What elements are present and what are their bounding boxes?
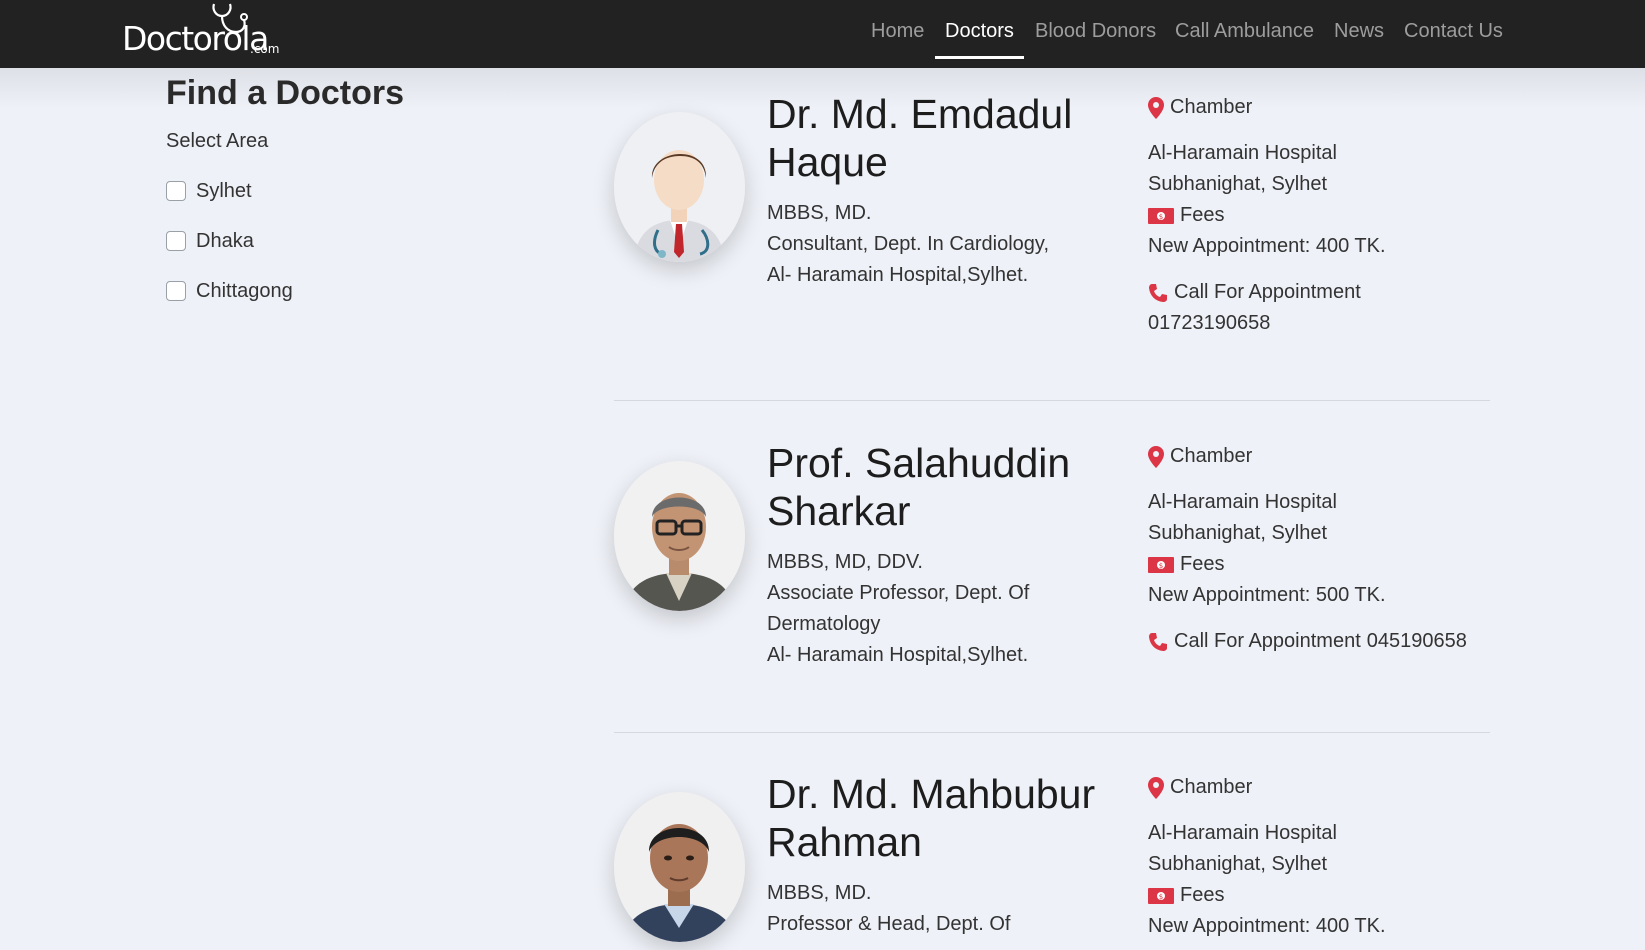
doctor-name[interactable]: Dr. Md. Mahbubur Rahman bbox=[767, 770, 1107, 866]
nav-blood-donors[interactable]: Blood Donors bbox=[1035, 19, 1156, 43]
map-marker-icon bbox=[1148, 96, 1164, 119]
phone-icon bbox=[1149, 283, 1167, 302]
nav-home[interactable]: Home bbox=[871, 19, 924, 43]
chamber-label: Chamber bbox=[1170, 445, 1253, 467]
svg-text:$: $ bbox=[1159, 562, 1163, 570]
nav-contact-us[interactable]: Contact Us bbox=[1404, 19, 1503, 43]
brand-suffix: .com bbox=[250, 42, 280, 56]
nav-doctors[interactable]: Doctors bbox=[945, 19, 1014, 43]
money-bill-icon: $ bbox=[1148, 207, 1174, 224]
doctor-name[interactable]: Dr. Md. Emdadul Haque bbox=[767, 90, 1107, 186]
doctor-hospital: Al- Haramain Hospital,Sylhet. bbox=[767, 264, 1029, 286]
fees-value: New Appointment: 500 TK. bbox=[1148, 584, 1386, 606]
doctor-card: Prof. Salahuddin Sharkar MBBS, MD, DDV. … bbox=[614, 439, 1490, 721]
doctor-position: Consultant, Dept. In Cardiology, bbox=[767, 233, 1050, 255]
doctor-avatar bbox=[614, 461, 745, 611]
svg-text:$: $ bbox=[1159, 893, 1163, 901]
phone-number[interactable]: 045190658 bbox=[1367, 626, 1467, 657]
area-option-sylhet[interactable]: Sylhet bbox=[166, 179, 252, 203]
active-nav-indicator bbox=[935, 56, 1024, 59]
area-checkbox[interactable] bbox=[166, 181, 186, 201]
chamber-address: Subhanighat, Sylhet bbox=[1148, 173, 1328, 195]
doctor-details: MBBS, MD. Consultant, Dept. In Cardiolog… bbox=[767, 198, 1107, 291]
area-option-chittagong[interactable]: Chittagong bbox=[166, 279, 293, 303]
fees-value: New Appointment: 400 TK. bbox=[1148, 915, 1386, 937]
divider bbox=[614, 400, 1490, 401]
doctor-avatar bbox=[614, 792, 745, 942]
doctor-card: Dr. Md. Emdadul Haque MBBS, MD. Consulta… bbox=[614, 90, 1490, 392]
top-navbar: Doctorola .com Home Doctors Blood Donors… bbox=[0, 0, 1645, 68]
chamber-address: Subhanighat, Sylhet bbox=[1148, 853, 1328, 875]
select-area-label: Select Area bbox=[166, 130, 269, 152]
call-appointment[interactable]: Call For Appointment 045190658 bbox=[1148, 626, 1498, 657]
doctor-card: Dr. Md. Mahbubur Rahman MBBS, MD. Profes… bbox=[614, 770, 1490, 950]
map-marker-icon bbox=[1148, 445, 1164, 468]
area-label: Dhaka bbox=[196, 229, 254, 252]
divider bbox=[614, 732, 1490, 733]
chamber-name: Al-Haramain Hospital bbox=[1148, 491, 1337, 513]
chamber-info: Chamber Al-Haramain Hospital Subhanighat… bbox=[1148, 92, 1498, 339]
chamber-label: Chamber bbox=[1170, 776, 1253, 798]
brand-logo[interactable]: Doctorola .com bbox=[122, 2, 282, 64]
nav-call-ambulance[interactable]: Call Ambulance bbox=[1175, 19, 1314, 43]
chamber-name: Al-Haramain Hospital bbox=[1148, 142, 1337, 164]
doctor-degrees: MBBS, MD, DDV. bbox=[767, 551, 923, 573]
area-option-dhaka[interactable]: Dhaka bbox=[166, 229, 254, 253]
chamber-name: Al-Haramain Hospital bbox=[1148, 822, 1337, 844]
map-marker-icon bbox=[1148, 776, 1164, 799]
money-bill-icon: $ bbox=[1148, 887, 1174, 904]
doctor-details: MBBS, MD, DDV. Associate Professor, Dept… bbox=[767, 547, 1107, 671]
fees-label: Fees bbox=[1180, 553, 1225, 575]
fees-label: Fees bbox=[1180, 204, 1225, 226]
chamber-info: Chamber Al-Haramain Hospital Subhanighat… bbox=[1148, 772, 1498, 942]
area-label: Chittagong bbox=[196, 279, 293, 302]
chamber-info: Chamber Al-Haramain Hospital Subhanighat… bbox=[1148, 441, 1498, 657]
phone-icon bbox=[1149, 632, 1167, 651]
fees-value: New Appointment: 400 TK. bbox=[1148, 235, 1386, 257]
area-label: Sylhet bbox=[196, 179, 252, 202]
doctor-degrees: MBBS, MD. bbox=[767, 202, 872, 224]
doctor-position: Associate Professor, Dept. Of Dermatolog… bbox=[767, 582, 1030, 635]
chamber-address: Subhanighat, Sylhet bbox=[1148, 522, 1328, 544]
doctor-hospital: Al- Haramain Hospital,Sylhet. bbox=[767, 644, 1029, 666]
nav-news[interactable]: News bbox=[1334, 19, 1384, 43]
chamber-label: Chamber bbox=[1170, 96, 1253, 118]
doctor-degrees: MBBS, MD. bbox=[767, 882, 872, 904]
page-title: Find a Doctors bbox=[166, 74, 405, 112]
call-appointment[interactable]: Call For Appointment bbox=[1148, 277, 1498, 308]
doctor-position: Professor & Head, Dept. Of bbox=[767, 913, 1011, 935]
area-checkbox[interactable] bbox=[166, 231, 186, 251]
phone-number[interactable]: 01723190658 bbox=[1148, 308, 1498, 339]
call-label: Call For Appointment bbox=[1174, 281, 1361, 303]
money-bill-icon: $ bbox=[1148, 556, 1174, 573]
doctor-name[interactable]: Prof. Salahuddin Sharkar bbox=[767, 439, 1107, 535]
doctor-avatar bbox=[614, 112, 745, 262]
fees-label: Fees bbox=[1180, 884, 1225, 906]
doctor-details: MBBS, MD. Professor & Head, Dept. Of bbox=[767, 878, 1107, 940]
svg-text:$: $ bbox=[1159, 213, 1163, 221]
area-checkbox[interactable] bbox=[166, 281, 186, 301]
call-label: Call For Appointment bbox=[1174, 630, 1361, 652]
brand-name: Doctorola bbox=[122, 19, 269, 58]
